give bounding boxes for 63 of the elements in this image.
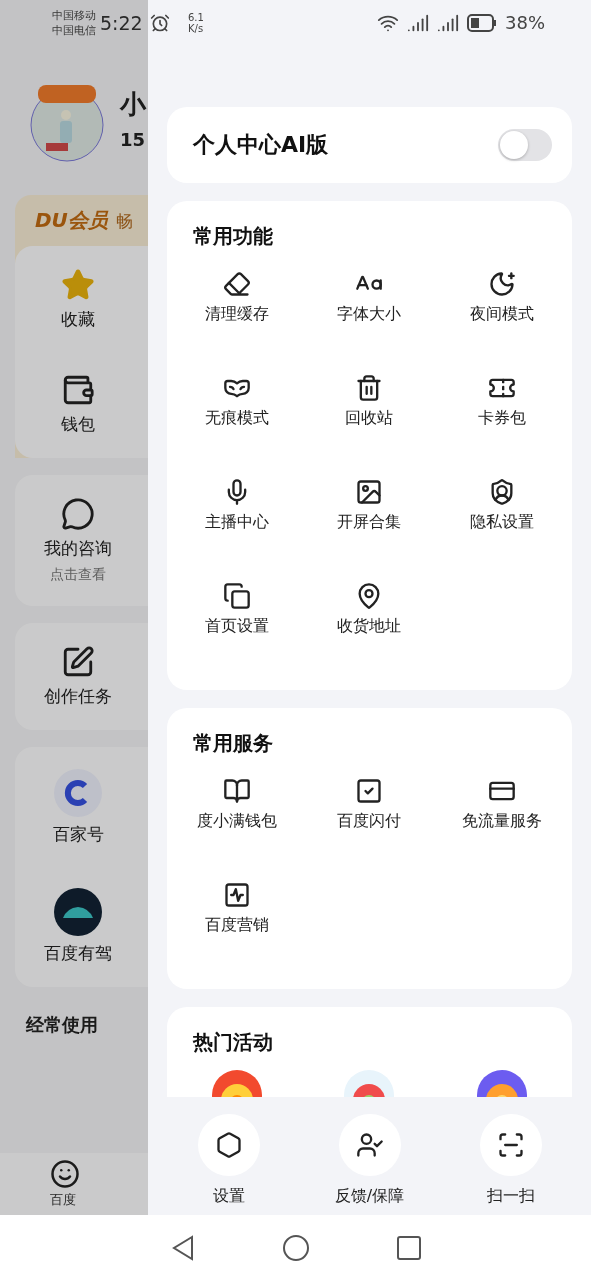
function-label[interactable]: 百度营销 <box>205 915 270 936</box>
action-label[interactable]: 扫一扫 <box>486 1186 535 1207</box>
moon-icon <box>487 270 516 298</box>
action-label[interactable]: 反馈/保障 <box>334 1186 405 1207</box>
function-label[interactable]: 百度闪付 <box>337 811 402 832</box>
function-label[interactable]: 隐私设置 <box>469 512 534 533</box>
edit-icon <box>61 645 95 679</box>
ai-toggle[interactable] <box>498 129 552 161</box>
c-logo-icon <box>54 769 102 817</box>
car-logo-icon <box>54 888 102 936</box>
battery-icon <box>467 13 497 32</box>
ai-label: 个人中心AI版 <box>193 131 329 159</box>
user-check-icon <box>355 1131 384 1159</box>
star-icon <box>61 268 95 302</box>
feature-label[interactable]: 百度有驾 <box>44 942 112 965</box>
home-button[interactable] <box>281 1233 310 1262</box>
function-label[interactable]: 开屏合集 <box>337 512 402 533</box>
function-label[interactable]: 首页设置 <box>205 616 270 637</box>
feature-subtitle: 点击查看 <box>50 566 106 584</box>
check-square-icon <box>355 777 384 805</box>
battery-level: 38% <box>505 12 545 33</box>
net-speed: 6.1 <box>188 11 204 23</box>
scan-icon <box>496 1131 525 1159</box>
function-label[interactable]: 清理缓存 <box>205 304 270 325</box>
carrier-name: 中国移动 <box>52 7 96 23</box>
recents-button[interactable] <box>395 1234 422 1261</box>
feature-label[interactable]: 钱包 <box>61 413 95 436</box>
carrier-name: 中国电信 <box>52 22 96 38</box>
eraser-icon <box>223 270 252 298</box>
tab-label[interactable]: 百度 <box>50 1191 76 1209</box>
book-icon <box>223 777 252 805</box>
function-label[interactable]: 度小满钱包 <box>197 811 278 832</box>
user-name: 小 <box>120 90 146 119</box>
wallet-icon <box>61 373 95 407</box>
section-title: 热门活动 <box>192 1029 274 1056</box>
feature-label[interactable]: 百家号 <box>52 823 104 846</box>
image-icon <box>355 478 384 506</box>
function-label[interactable]: 免流量服务 <box>461 811 542 832</box>
section-title: 常用功能 <box>192 223 274 250</box>
action-label[interactable]: 设置 <box>212 1186 245 1207</box>
section-title: 常用服务 <box>192 730 274 757</box>
function-label[interactable]: 收货地址 <box>337 616 402 637</box>
feature-label[interactable]: 创作任务 <box>44 685 112 708</box>
copy-icon <box>223 582 252 610</box>
chart-square-icon <box>223 881 252 909</box>
chat-icon <box>61 497 95 531</box>
function-label[interactable]: 字体大小 <box>337 304 402 325</box>
user-number: 15 <box>120 128 146 150</box>
member-text: 畅 <box>115 210 133 233</box>
function-label[interactable]: 无痕模式 <box>205 408 270 429</box>
smile-icon <box>50 1159 80 1189</box>
net-speed: K/s <box>188 22 204 34</box>
feature-label[interactable]: 收藏 <box>61 308 95 331</box>
function-label[interactable]: 主播中心 <box>205 512 270 533</box>
function-label[interactable]: 回收站 <box>345 408 394 429</box>
section-title: 经常使用 <box>24 1013 99 1037</box>
function-label[interactable]: 卡券包 <box>477 408 526 429</box>
function-label[interactable]: 夜间模式 <box>469 304 534 325</box>
status-time: 5:22 <box>100 11 143 34</box>
feature-label[interactable]: 我的咨询 <box>44 537 112 560</box>
settings-icon <box>214 1131 243 1159</box>
alarm-icon <box>150 12 170 33</box>
member-label: DU会员 <box>35 207 108 234</box>
